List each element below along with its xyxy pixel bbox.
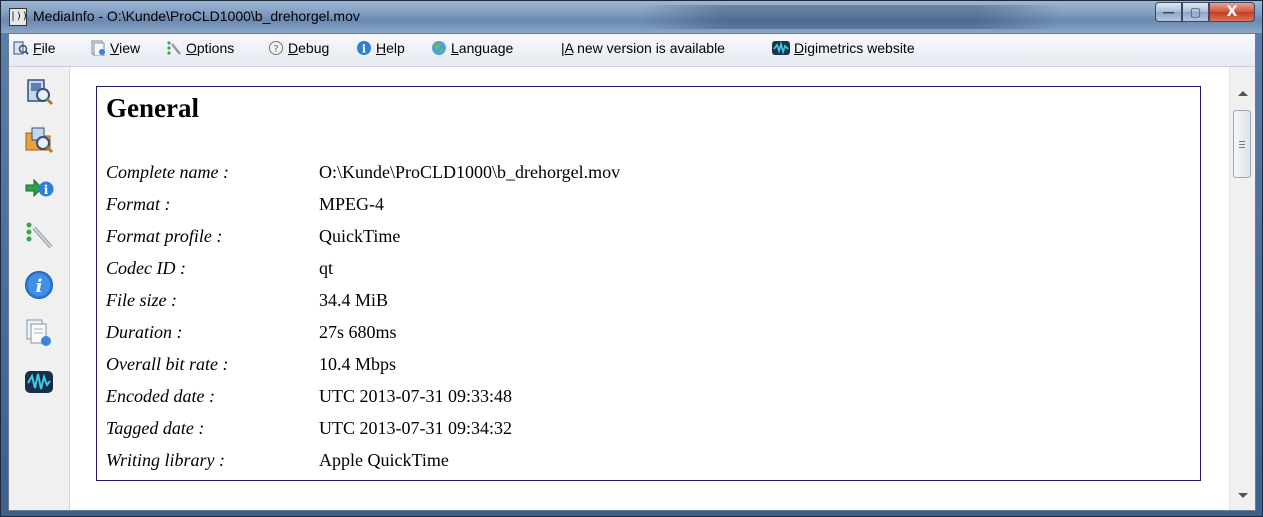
globe-icon: [432, 41, 446, 55]
open-folder-icon[interactable]: [24, 125, 54, 155]
window-title: MediaInfo - O:\Kunde\ProCLD1000\b_drehor…: [33, 8, 360, 24]
open-file-icon[interactable]: [24, 77, 54, 107]
field-label: Format :: [106, 194, 171, 214]
svg-text:?: ?: [273, 44, 278, 55]
menu-file[interactable]: File: [13, 40, 56, 56]
file-icon: [13, 41, 29, 55]
field-value: 34.4 MiB: [319, 290, 389, 310]
scroll-thumb[interactable]: [1233, 110, 1251, 178]
svg-text:i: i: [362, 43, 366, 56]
menu-digimetrics-website[interactable]: Digimetrics website: [772, 40, 915, 56]
field-value: Apple QuickTime: [319, 450, 449, 470]
field-value: UTC 2013-07-31 09:34:32: [319, 418, 512, 438]
sheet-view-icon[interactable]: [24, 318, 54, 348]
maximize-button[interactable]: ▢: [1182, 2, 1209, 22]
website-icon[interactable]: [24, 367, 54, 397]
scroll-up-icon[interactable]: [1238, 91, 1248, 96]
grip-line: [1239, 144, 1245, 145]
menu-bar: File View Options ? Debug i Help Languag…: [9, 34, 1255, 67]
left-toolbar: i i: [9, 67, 70, 510]
view-icon: [91, 40, 105, 56]
menu-debug[interactable]: ? Debug: [268, 40, 329, 56]
menu-help[interactable]: i Help: [356, 40, 405, 56]
general-section: General Complete name : O:\Kunde\ProCLD1…: [96, 86, 1201, 481]
field-label: Duration :: [106, 322, 183, 342]
vertical-scrollbar[interactable]: [1229, 67, 1255, 510]
field-value: 10.4 Mbps: [319, 354, 397, 374]
section-title: General: [106, 93, 199, 123]
title-bar[interactable]: |)) MediaInfo - O:\Kunde\ProCLD1000\b_dr…: [1, 1, 1262, 33]
field-label: Complete name :: [106, 162, 229, 182]
menu-new-version[interactable]: |A new version is available: [561, 40, 725, 56]
field-value: QuickTime: [319, 226, 401, 246]
field-value: qt: [319, 258, 334, 278]
field-value: MPEG-4: [319, 194, 385, 214]
help-icon: i: [357, 41, 371, 56]
minimize-button[interactable]: —: [1155, 2, 1182, 22]
field-label: Encoded date :: [106, 386, 215, 406]
svg-text:i: i: [36, 276, 43, 297]
menu-view[interactable]: View: [90, 40, 140, 56]
field-label: Format profile :: [106, 226, 223, 246]
field-value: 27s 680ms: [319, 322, 397, 342]
mediainfo-window: |)) MediaInfo - O:\Kunde\ProCLD1000\b_dr…: [0, 0, 1263, 517]
client-area: File View Options ? Debug i Help Languag…: [8, 33, 1256, 511]
svg-text:i: i: [44, 183, 49, 197]
grip-line: [1239, 141, 1245, 142]
info-view[interactable]: General Complete name : O:\Kunde\ProCLD1…: [70, 67, 1229, 510]
field-value: UTC 2013-07-31 09:33:48: [319, 386, 512, 406]
export-icon[interactable]: i: [24, 173, 54, 203]
app-icon[interactable]: |)): [9, 8, 28, 26]
scroll-down-icon[interactable]: [1238, 493, 1248, 498]
field-label: Writing library :: [106, 450, 226, 470]
close-button[interactable]: X: [1209, 2, 1255, 22]
grip-line: [1239, 147, 1245, 148]
field-label: Overall bit rate :: [106, 354, 229, 374]
menu-options[interactable]: Options: [166, 40, 234, 56]
options-icon: [167, 41, 181, 55]
digimetrics-icon: [772, 40, 790, 55]
field-label: Tagged date :: [106, 418, 205, 438]
about-icon[interactable]: i: [24, 270, 54, 300]
field-value: O:\Kunde\ProCLD1000\b_drehorgel.mov: [319, 162, 621, 182]
field-label: Codec ID :: [106, 258, 186, 278]
window-controls: — ▢ X: [1155, 2, 1255, 22]
preferences-icon[interactable]: [24, 220, 54, 250]
menu-language[interactable]: Language: [431, 40, 513, 56]
debug-icon: ?: [269, 41, 283, 55]
field-label: File size :: [106, 290, 177, 310]
